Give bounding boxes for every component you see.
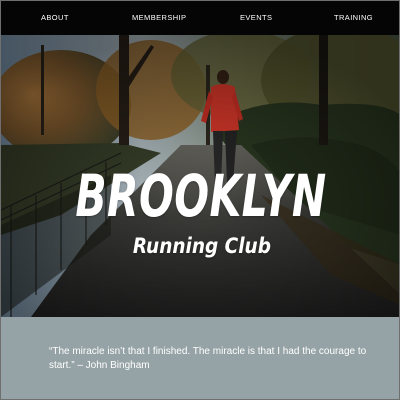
nav-link-training[interactable]: TRAINING [334, 13, 373, 22]
hero-banner: BROOKLYN Running Club [1, 35, 399, 317]
quote-text: “The miracle isn’t that I finished. The … [49, 346, 367, 371]
hero-subtitle: Running Club [132, 234, 271, 258]
nav-link-events[interactable]: EVENTS [240, 13, 272, 22]
top-navigation: ABOUT MEMBERSHIP EVENTS TRAINING [1, 1, 399, 35]
nav-link-about[interactable]: ABOUT [41, 13, 69, 22]
hero-title: BROOKLYN [75, 163, 327, 230]
nav-link-membership[interactable]: MEMBERSHIP [132, 13, 186, 22]
page: ABOUT MEMBERSHIP EVENTS TRAINING BROOKLY… [0, 0, 400, 400]
quote-section: “The miracle isn’t that I finished. The … [1, 317, 399, 399]
